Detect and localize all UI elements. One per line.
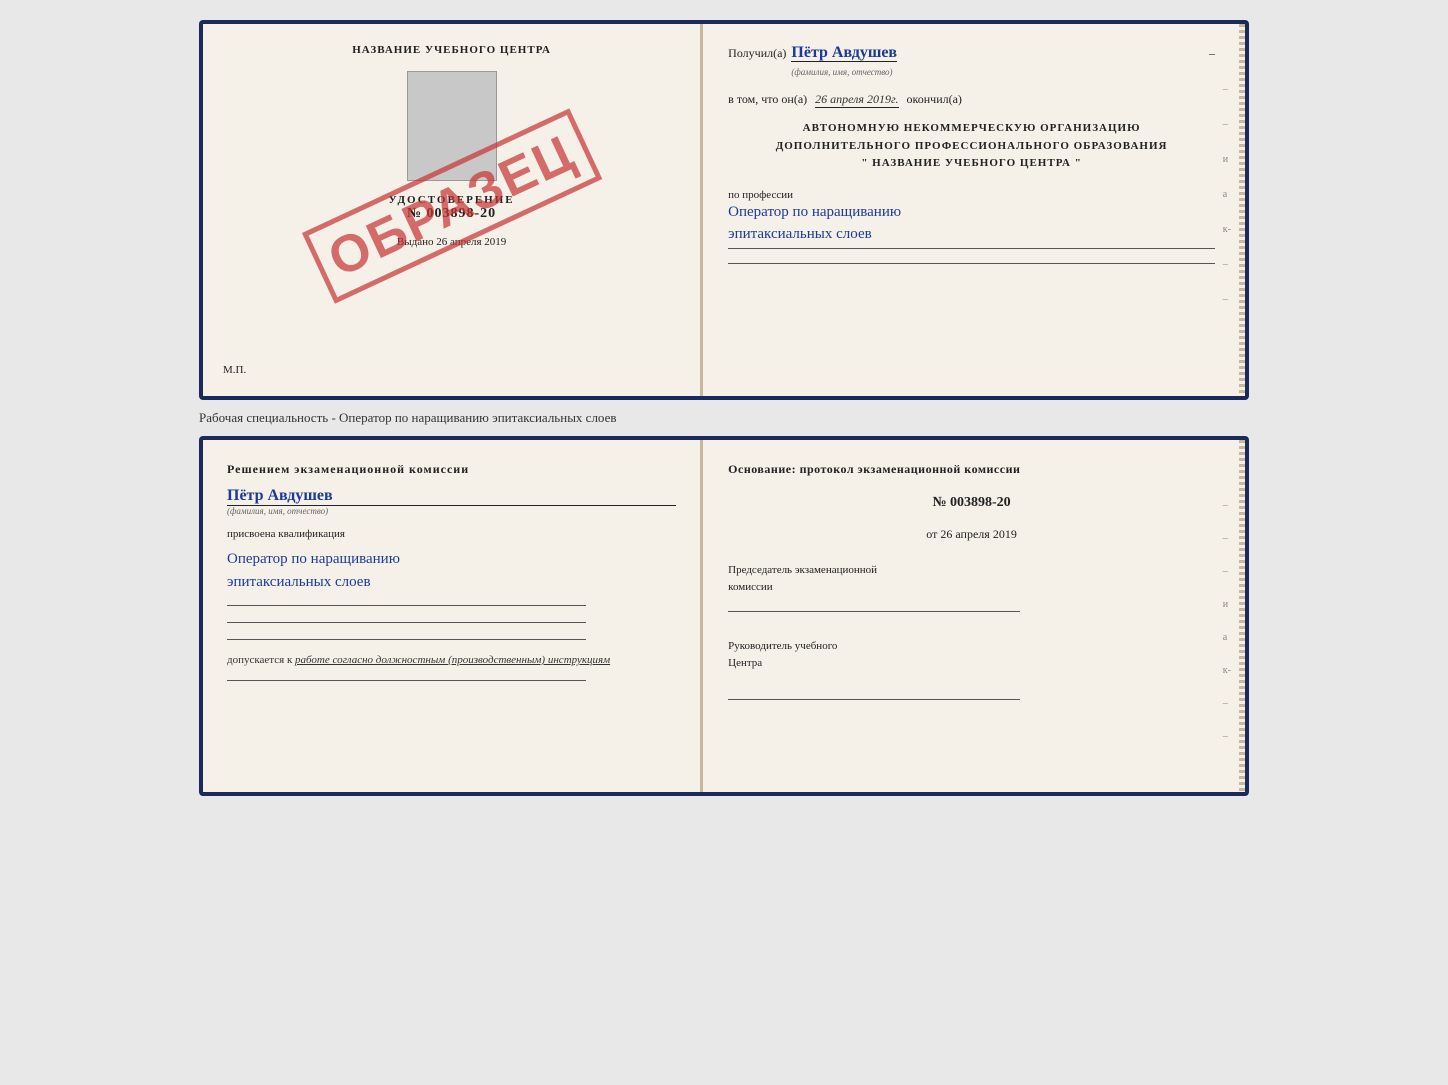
cert-number: № 003898-20	[389, 206, 515, 222]
recipient-subtitle: (фамилия, имя, отчество)	[791, 67, 892, 77]
profession-underline2	[728, 263, 1215, 264]
org-line2: ДОПОЛНИТЕЛЬНОГО ПРОФЕССИОНАЛЬНОГО ОБРАЗО…	[728, 138, 1215, 156]
mp-label: М.П.	[223, 364, 246, 376]
protocol-number: № 003898-20	[728, 495, 1215, 511]
head-sign-line	[728, 699, 1020, 700]
admission-italic: работе согласно должностным (производств…	[295, 654, 610, 666]
bottom-left-page: Решением экзаменационной комиссии Пётр А…	[203, 440, 703, 792]
assigned-label: присвоена квалификация	[227, 528, 676, 540]
commission-title: Решением экзаменационной комиссии	[227, 462, 676, 477]
bottom-person-name: Пётр Авдушев	[227, 487, 676, 506]
profession-block: по профессии Оператор по наращиванию эпи…	[728, 189, 1215, 264]
bottom-person-block: Пётр Авдушев (фамилия, имя, отчество)	[227, 485, 676, 516]
sign-line-3	[227, 639, 586, 640]
diploma-bottom: Решением экзаменационной комиссии Пётр А…	[199, 436, 1249, 796]
qual-line1: Оператор по наращиванию	[227, 551, 400, 567]
recipient-prefix: Получил(а)	[728, 46, 786, 61]
qual-line2: эпитаксиальных слоев	[227, 574, 371, 590]
head-line1: Руководитель учебного	[728, 640, 837, 652]
profession-line1: Оператор по наращиванию	[728, 204, 901, 220]
sign-line-2	[227, 622, 586, 623]
protocol-date-value: 26 апреля 2019	[940, 527, 1016, 541]
cert-label: УДОСТОВЕРЕНИЕ	[389, 194, 515, 206]
certificate-container: НАЗВАНИЕ УЧЕБНОГО ЦЕНТРА УДОСТОВЕРЕНИЕ №…	[20, 20, 1428, 796]
basis-label: Основание: протокол экзаменационной коми…	[728, 462, 1215, 477]
profession-line2: эпитаксиальных слоев	[728, 226, 872, 242]
diploma-left-page: НАЗВАНИЕ УЧЕБНОГО ЦЕНТРА УДОСТОВЕРЕНИЕ №…	[203, 24, 703, 396]
diploma-top: НАЗВАНИЕ УЧЕБНОГО ЦЕНТРА УДОСТОВЕРЕНИЕ №…	[199, 20, 1249, 400]
recipient-name: Пётр Авдушев	[791, 44, 897, 62]
chairman-sign-line	[728, 611, 1020, 612]
middle-specialty-text: Рабочая специальность - Оператор по нара…	[199, 410, 1249, 426]
chairman-label: Председатель экзаменационной комиссии	[728, 562, 1215, 595]
profession-label: по профессии	[728, 189, 1215, 201]
profession-underline	[728, 248, 1215, 249]
org-block: АВТОНОМНУЮ НЕКОММЕРЧЕСКУЮ ОРГАНИЗАЦИЮ ДО…	[728, 120, 1215, 173]
head-line2: Центра	[728, 657, 762, 669]
cert-number-block: УДОСТОВЕРЕНИЕ № 003898-20	[389, 194, 515, 222]
profession-text: Оператор по наращиванию эпитаксиальных с…	[728, 201, 1215, 246]
completed-line: в том, что он(а) 26 апреля 2019г. окончи…	[728, 92, 1215, 108]
chairman-line2: комиссии	[728, 581, 772, 593]
admission-text: допускается к работе согласно должностны…	[227, 654, 676, 666]
diploma-school-name: НАЗВАНИЕ УЧЕБНОГО ЦЕНТРА	[352, 44, 551, 56]
photo-placeholder	[407, 71, 497, 181]
recipient-line: Получил(а) Пётр Авдушев (фамилия, имя, о…	[728, 44, 1215, 80]
protocol-date-prefix: от	[926, 527, 937, 541]
protocol-date: от 26 апреля 2019	[728, 527, 1215, 542]
sign-line-1	[227, 605, 586, 606]
completed-suffix: окончил(а)	[907, 92, 962, 107]
completed-date: 26 апреля 2019г.	[815, 92, 898, 108]
side-marks-bottom: – – – и а к- – –	[1223, 500, 1231, 742]
completed-prefix: в том, что он(а)	[728, 92, 807, 107]
bottom-right-page: Основание: протокол экзаменационной коми…	[703, 440, 1245, 792]
chairman-line1: Председатель экзаменационной	[728, 564, 877, 576]
issued-prefix: Выдано	[397, 236, 434, 248]
issued-date: Выдано 26 апреля 2019	[397, 236, 506, 248]
chairman-block: Председатель экзаменационной комиссии	[728, 562, 1215, 612]
org-line1: АВТОНОМНУЮ НЕКОММЕРЧЕСКУЮ ОРГАНИЗАЦИЮ	[728, 120, 1215, 138]
diploma-right-page: Получил(а) Пётр Авдушев (фамилия, имя, о…	[703, 24, 1245, 396]
bottom-person-subtitle: (фамилия, имя, отчество)	[227, 506, 676, 516]
org-line3: " НАЗВАНИЕ УЧЕБНОГО ЦЕНТРА "	[728, 155, 1215, 173]
admission-prefix: допускается к	[227, 654, 292, 666]
sign-line-4	[227, 680, 586, 681]
dash: –	[1209, 46, 1215, 61]
head-block: Руководитель учебного Центра	[728, 638, 1215, 671]
side-marks: – – и а к- – –	[1223, 84, 1231, 305]
issued-date-value: 26 апреля 2019	[436, 236, 506, 248]
qualification-text: Оператор по наращиванию эпитаксиальных с…	[227, 548, 676, 593]
